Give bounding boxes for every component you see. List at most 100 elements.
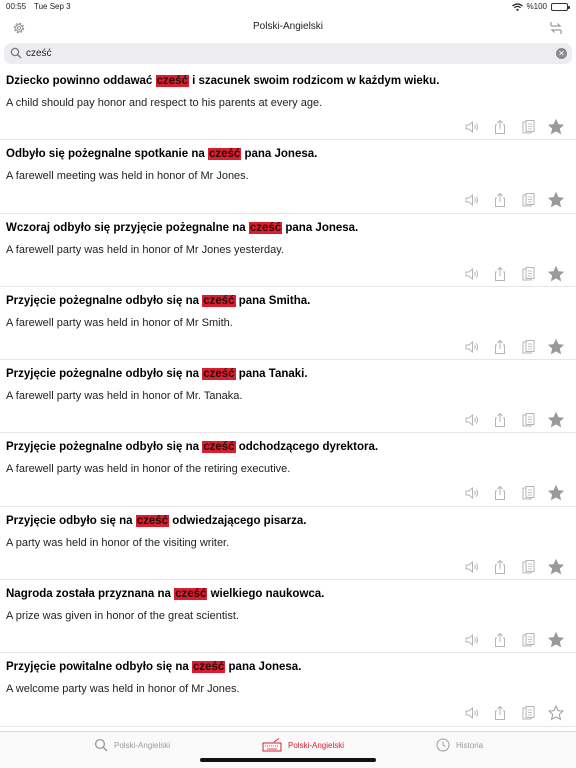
nav-bar: Polski-Angielski: [0, 14, 576, 42]
speaker-icon[interactable]: [464, 632, 480, 648]
speaker-icon[interactable]: [464, 192, 480, 208]
copy-icon[interactable]: [520, 705, 536, 721]
list-item[interactable]: Przyjęcie pożegnalne odbyło się na cześć…: [0, 360, 576, 434]
share-icon[interactable]: [492, 266, 508, 282]
star-icon[interactable]: [548, 338, 564, 355]
list-item[interactable]: Przyjęcie powitalne odbyło się na cześć …: [0, 653, 576, 727]
list-item[interactable]: Nagroda została przyznana na cześć wielk…: [0, 580, 576, 654]
search-term-highlight: cześć: [191, 661, 226, 674]
polish-sentence: Przyjęcie pożegnalne odbyło się na cześć…: [6, 441, 379, 454]
star-icon[interactable]: [548, 192, 564, 208]
results-list: Dziecko powinno oddawać cześć i szacunek…: [0, 67, 576, 729]
entry-actions: [464, 485, 564, 501]
english-translation: A party was held in honor of the visitin…: [6, 536, 230, 549]
list-item[interactable]: Dziecko powinno oddawać cześć i szacunek…: [0, 67, 576, 141]
entry-actions: [464, 412, 564, 428]
english-translation: A prize was given in honor of the great …: [6, 610, 239, 623]
polish-sentence: Przyjęcie powitalne odbyło się na cześć …: [6, 661, 302, 674]
status-date: Tue Sep 3: [34, 2, 71, 11]
page-title: Polski-Angielski: [252, 21, 324, 32]
battery-percent: %100: [526, 2, 547, 11]
tab-historia[interactable]: Historia: [436, 738, 483, 752]
entry-actions: [464, 338, 564, 355]
search-term-highlight: cześć: [202, 294, 236, 307]
speaker-icon[interactable]: [464, 705, 480, 721]
english-translation: A farewell party was held in honor of th…: [6, 463, 291, 476]
list-item[interactable]: Przyjęcie pożegnalne odbyło się na cześć…: [0, 287, 576, 361]
speaker-icon[interactable]: [464, 266, 480, 282]
home-indicator: [200, 758, 376, 762]
search-input[interactable]: [26, 45, 546, 62]
search-term-highlight: cześć: [248, 221, 283, 234]
tab-label: Polski-Angielski: [288, 740, 345, 750]
speaker-icon[interactable]: [464, 119, 480, 135]
polish-sentence: Przyjęcie odbyło się na cześć odwiedzają…: [6, 514, 307, 527]
english-translation: A child should pay honor and respect to …: [6, 97, 323, 109]
search-term-highlight: cześć: [202, 441, 236, 454]
copy-icon[interactable]: [520, 119, 536, 135]
tab-bar: Polski-Angielski Polski-Angielski Histor…: [0, 731, 576, 768]
polish-sentence: Wczoraj odbyło się przyjęcie pożegnalne …: [6, 221, 359, 234]
speaker-icon[interactable]: [464, 559, 480, 575]
entry-actions: [464, 265, 564, 282]
tab-polski-angielski-search[interactable]: Polski-Angielski: [94, 738, 170, 752]
tab-label: Historia: [456, 740, 484, 750]
star-icon[interactable]: [548, 632, 564, 648]
english-translation: A farewell party was held in honor of Mr…: [6, 243, 284, 256]
copy-icon[interactable]: [520, 266, 536, 282]
copy-icon[interactable]: [520, 412, 536, 428]
search-bar: ✕: [4, 43, 572, 64]
speaker-icon[interactable]: [464, 485, 480, 501]
search-term-highlight: cześć: [174, 588, 208, 601]
copy-icon[interactable]: [520, 339, 536, 355]
search-term-highlight: cześć: [155, 75, 189, 87]
clock-icon: [436, 738, 450, 752]
keyboard-icon: [262, 738, 282, 752]
list-item[interactable]: Przyjęcie pożegnalne odbyło się na cześć…: [0, 433, 576, 507]
entry-actions: [464, 558, 564, 575]
status-indicators: %100: [511, 2, 570, 11]
english-translation: A farewell party was held in honor of Mr…: [6, 390, 243, 403]
star-icon[interactable]: [548, 485, 564, 501]
status-bar: 00:55 Tue Sep 3 %100: [0, 0, 576, 14]
polish-sentence: Nagroda została przyznana na cześć wielk…: [6, 588, 325, 601]
english-translation: A farewell meeting was held in honor of …: [6, 170, 249, 183]
star-icon[interactable]: [548, 265, 564, 282]
speaker-icon[interactable]: [464, 339, 480, 355]
polish-sentence: Dziecko powinno oddawać cześć i szacunek…: [6, 75, 440, 87]
share-icon[interactable]: [492, 485, 508, 501]
polish-sentence: Przyjęcie pożegnalne odbyło się na cześć…: [6, 368, 308, 381]
copy-icon[interactable]: [520, 559, 536, 575]
list-item[interactable]: Przyjęcie odbyło się na cześć odwiedzają…: [0, 507, 576, 581]
list-item[interactable]: Odbyło się pożegnalne spotkanie na cześć…: [0, 140, 576, 214]
share-icon[interactable]: [492, 119, 508, 135]
share-icon[interactable]: [492, 559, 508, 575]
share-icon[interactable]: [492, 339, 508, 355]
english-translation: A welcome party was held in honor of Mr …: [6, 683, 240, 696]
clear-search-icon[interactable]: ✕: [556, 48, 567, 59]
copy-icon[interactable]: [520, 192, 536, 208]
copy-icon[interactable]: [520, 632, 536, 648]
share-icon[interactable]: [492, 705, 508, 721]
speaker-icon[interactable]: [464, 412, 480, 428]
entry-actions: [464, 192, 564, 208]
copy-icon[interactable]: [520, 485, 536, 501]
star-icon[interactable]: [548, 119, 564, 135]
share-icon[interactable]: [492, 632, 508, 648]
star-icon[interactable]: [548, 412, 564, 428]
star-icon[interactable]: [548, 705, 564, 721]
search-term-highlight: cześć: [207, 148, 242, 161]
list-item[interactable]: Wczoraj odbyło się przyjęcie pożegnalne …: [0, 214, 576, 287]
share-icon[interactable]: [492, 192, 508, 208]
swap-direction-icon[interactable]: [548, 20, 564, 36]
status-time: 00:55: [6, 2, 27, 11]
battery-icon: [551, 2, 570, 11]
wifi-icon: [511, 2, 523, 11]
search-icon: [10, 47, 22, 59]
tab-polski-angielski-keyboard[interactable]: Polski-Angielski: [262, 738, 344, 752]
search-icon: [94, 738, 108, 752]
tab-label: Polski-Angielski: [114, 740, 171, 750]
star-icon[interactable]: [548, 558, 564, 575]
share-icon[interactable]: [492, 412, 508, 428]
polish-sentence: Odbyło się pożegnalne spotkanie na cześć…: [6, 148, 318, 161]
